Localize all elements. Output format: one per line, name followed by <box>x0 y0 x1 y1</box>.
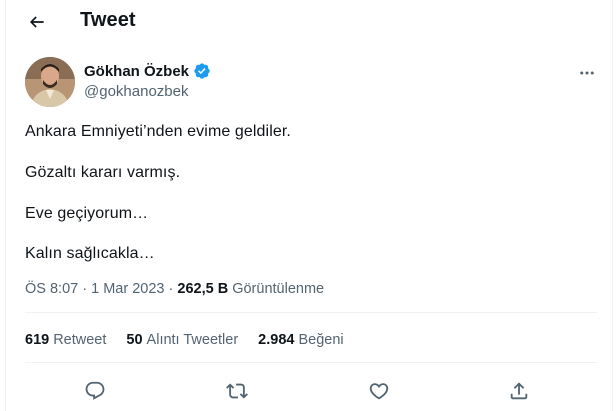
likes-label: Beğeni <box>298 332 344 348</box>
tweet-detail-column: Tweet Gökhan Özbek @gokhanozbek Ankara E… <box>5 0 613 411</box>
avatar-image <box>25 57 75 107</box>
retweet-icon <box>226 383 248 399</box>
likes-count: 2.984 <box>258 332 295 348</box>
share-button[interactable] <box>506 378 532 404</box>
retweets-count: 619 <box>25 332 50 348</box>
tweet-timestamp-link[interactable]: ÖS 8:07 · 1 Mar 2023 <box>25 281 164 297</box>
more-horizontal-icon <box>580 71 594 75</box>
avatar[interactable] <box>25 57 75 107</box>
tweet-actions-bar <box>6 372 612 408</box>
tweet-date: 1 Mar 2023 <box>91 281 165 297</box>
quotes-count: 50 <box>126 332 143 348</box>
quotes-label: Alıntı Tweetler <box>146 332 239 348</box>
retweets-label: Retweet <box>53 332 107 348</box>
tweet-text-line: Gözaltı kararı varmış. <box>25 164 181 181</box>
verified-badge-icon <box>193 62 211 80</box>
page-title: Tweet <box>80 9 136 31</box>
like-icon <box>369 383 389 400</box>
views-count: 262,5 B <box>177 281 229 297</box>
tweet-metadata: ÖS 8:07 · 1 Mar 2023 · 262,5 B Görüntüle… <box>25 281 324 297</box>
tweet-text-line: Eve geçiyorum… <box>25 205 149 222</box>
tweet-stats: 619 Retweet 50 Alıntı Tweetler 2.984 Beğeni <box>25 332 364 348</box>
like-button[interactable] <box>366 378 392 404</box>
tweet-time: ÖS 8:07 <box>25 281 79 297</box>
arrow-left-icon <box>29 16 44 28</box>
tweet-text-line: Ankara Emniyeti’nden evime geldiler. <box>25 123 291 140</box>
more-options-button[interactable] <box>576 62 598 84</box>
reply-icon <box>85 381 105 400</box>
reply-button[interactable] <box>82 378 108 404</box>
retweet-button[interactable] <box>224 378 250 404</box>
views-label: Görüntülenme <box>232 281 325 297</box>
page-header: Tweet <box>6 0 612 44</box>
divider <box>25 362 597 363</box>
divider <box>25 312 597 313</box>
retweets-stat[interactable]: 619 Retweet <box>25 332 106 348</box>
quotes-stat[interactable]: 50 Alıntı Tweetler <box>126 332 238 348</box>
meta-separator: · <box>168 281 174 297</box>
tweet-text-line: Kalın sağlıcakla… <box>25 245 155 262</box>
share-icon <box>510 382 528 400</box>
author-name-row[interactable]: Gökhan Özbek <box>84 62 211 80</box>
back-button[interactable] <box>22 7 52 37</box>
author-name[interactable]: Gökhan Özbek <box>84 63 189 80</box>
author-handle[interactable]: @gokhanozbek <box>84 83 188 100</box>
likes-stat[interactable]: 2.984 Beğeni <box>258 332 343 348</box>
meta-separator: · <box>82 281 88 297</box>
